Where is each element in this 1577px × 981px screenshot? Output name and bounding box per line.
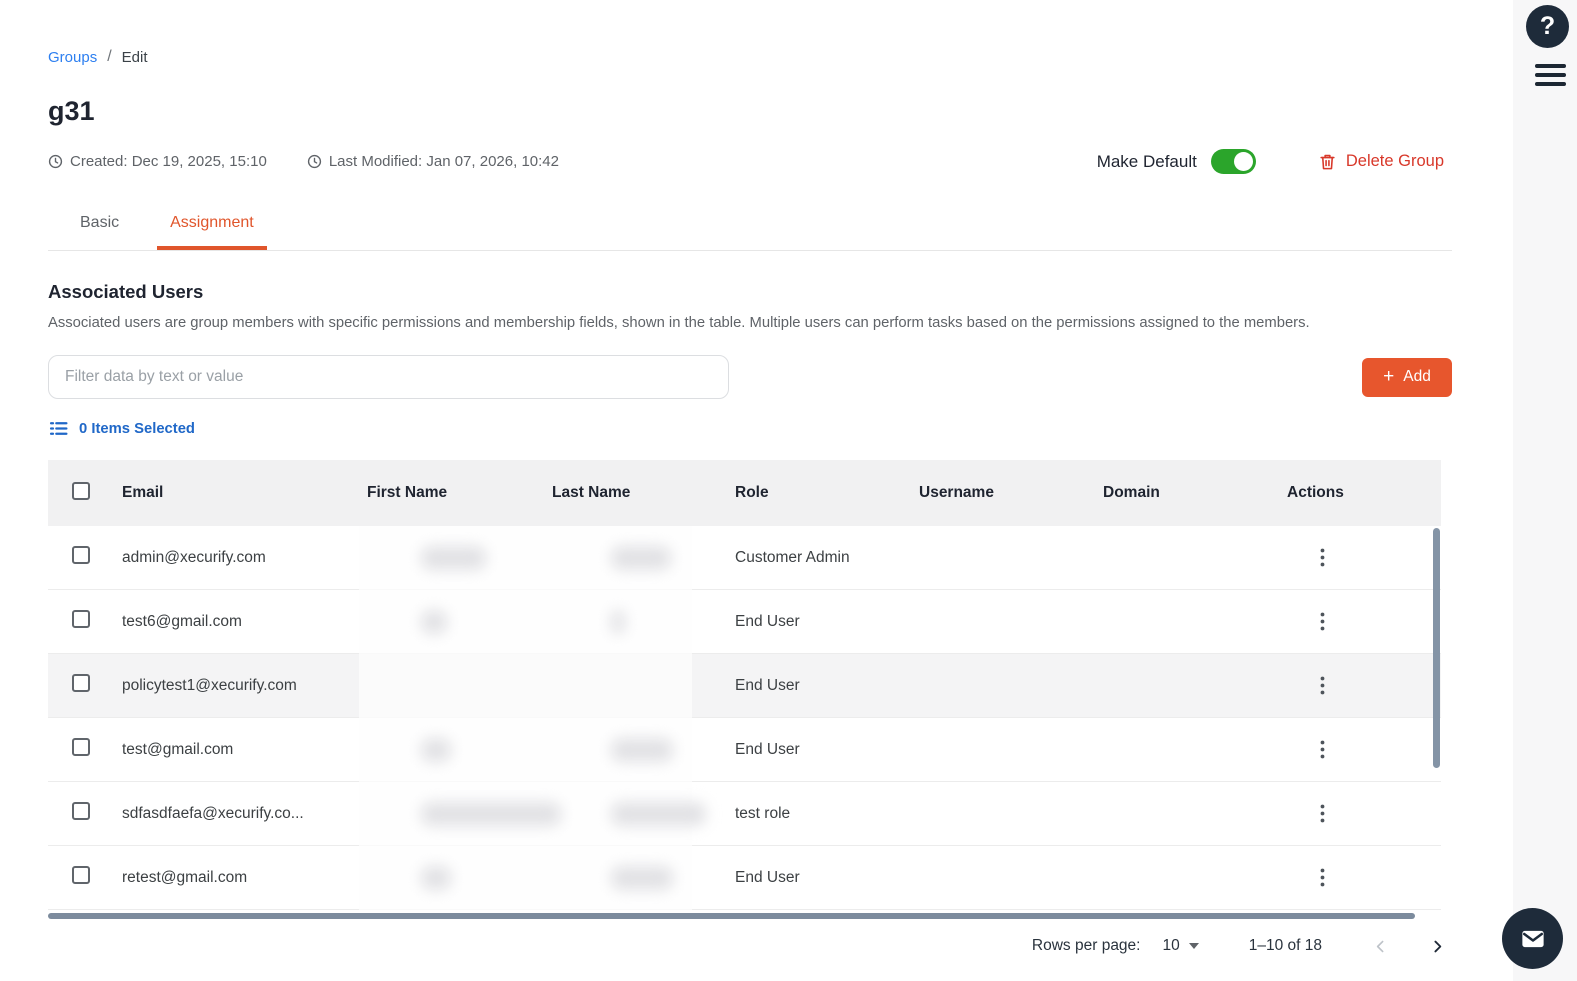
cell-role: End User xyxy=(735,868,800,886)
cell-email: sdfasdfaefa@xecurify.co... xyxy=(122,804,304,822)
table-row: sdfasdfaefa@xecurify.co... test role xyxy=(48,782,1441,846)
col-header-username: Username xyxy=(919,484,994,501)
clock-icon xyxy=(307,154,321,169)
row-checkbox[interactable] xyxy=(72,802,90,820)
cell-email: retest@gmail.com xyxy=(122,868,248,886)
chevron-left-icon xyxy=(1376,940,1384,952)
table-header: Email First Name Last Name Role Username… xyxy=(48,460,1441,526)
row-actions-menu-button[interactable] xyxy=(1316,800,1329,827)
cell-email: test6@gmail.com xyxy=(122,612,242,630)
table-row: retest@gmail.com End User xyxy=(48,846,1441,910)
breadcrumb-current: Edit xyxy=(121,48,148,66)
breadcrumb-groups-link[interactable]: Groups xyxy=(48,49,97,66)
row-checkbox[interactable] xyxy=(72,738,90,756)
tab-basic[interactable]: Basic xyxy=(67,214,132,250)
section-description: Associated users are group members with … xyxy=(48,315,1310,331)
kebab-icon xyxy=(1320,740,1325,758)
table-toolbar: + Add xyxy=(48,355,1452,399)
tab-bar: Basic Assignment xyxy=(48,214,1452,251)
question-mark-icon: ? xyxy=(1539,12,1556,40)
rows-per-page-value: 10 xyxy=(1162,937,1180,954)
breadcrumb-separator: / xyxy=(107,48,112,65)
add-button[interactable]: + Add xyxy=(1362,357,1452,397)
col-header-actions: Actions xyxy=(1287,484,1344,501)
cell-email: test@gmail.com xyxy=(122,740,234,758)
cell-role: End User xyxy=(735,676,800,694)
plus-icon: + xyxy=(1383,365,1395,387)
row-actions-menu-button[interactable] xyxy=(1316,672,1329,699)
support-chat-button[interactable] xyxy=(1502,908,1563,969)
cell-role: End User xyxy=(735,612,800,630)
section-title: Associated Users xyxy=(48,281,204,302)
pagination-bar: Rows per page: 10 1–10 of 18 xyxy=(48,937,1452,955)
list-icon xyxy=(49,422,68,435)
hamburger-icon xyxy=(1535,64,1566,68)
filter-input[interactable] xyxy=(48,355,729,399)
table-row: test@gmail.com End User xyxy=(48,718,1441,782)
row-checkbox[interactable] xyxy=(72,674,90,692)
trash-icon xyxy=(1320,154,1335,170)
associated-users-table: Email First Name Last Name Role Username… xyxy=(48,460,1441,910)
pagination-range: 1–10 of 18 xyxy=(1248,937,1322,954)
meta-row: Created: Dec 19, 2025, 15:10 Last Modifi… xyxy=(48,149,1452,174)
rows-per-page-label: Rows per page: xyxy=(1031,937,1141,954)
cell-role: test role xyxy=(735,804,791,822)
table-row: policytest1@xecurify.com End User xyxy=(48,654,1441,718)
col-header-domain: Domain xyxy=(1103,484,1160,501)
row-actions-menu-button[interactable] xyxy=(1316,544,1329,571)
col-header-email: Email xyxy=(122,484,164,501)
vertical-scrollbar[interactable] xyxy=(1433,528,1440,768)
delete-group-label: Delete Group xyxy=(1345,152,1444,170)
clock-icon xyxy=(48,154,63,169)
tab-assignment[interactable]: Assignment xyxy=(157,214,267,250)
help-button[interactable]: ? xyxy=(1526,5,1569,48)
cell-email: admin@xecurify.com xyxy=(122,548,266,566)
last-modified-text: Last Modified: Jan 07, 2026, 10:42 xyxy=(328,153,559,170)
row-actions-menu-button[interactable] xyxy=(1316,608,1329,635)
make-default-control: Make Default xyxy=(1097,149,1256,174)
make-default-label: Make Default xyxy=(1096,151,1197,171)
horizontal-scrollbar[interactable] xyxy=(48,913,1415,919)
created-meta: Created: Dec 19, 2025, 15:10 xyxy=(48,153,267,170)
main-content: Groups / Edit g31 Created: Dec 19, 2025,… xyxy=(48,48,1452,955)
row-actions-menu-button[interactable] xyxy=(1316,736,1329,763)
cell-email: policytest1@xecurify.com xyxy=(122,676,297,694)
rows-per-page-select[interactable]: 10 xyxy=(1162,937,1199,955)
created-text: Created: Dec 19, 2025, 15:10 xyxy=(70,153,267,170)
select-all-checkbox[interactable] xyxy=(72,481,90,500)
kebab-icon xyxy=(1320,868,1325,886)
kebab-icon xyxy=(1320,548,1325,566)
make-default-toggle[interactable] xyxy=(1210,149,1256,174)
cell-role: End User xyxy=(735,740,800,758)
envelope-icon xyxy=(1521,930,1544,947)
cell-role: Customer Admin xyxy=(735,548,850,566)
items-selected-label: 0 Items Selected xyxy=(79,420,195,437)
kebab-icon xyxy=(1320,804,1325,822)
breadcrumb: Groups / Edit xyxy=(48,48,1452,66)
col-header-role: Role xyxy=(735,484,769,501)
row-checkbox[interactable] xyxy=(72,866,90,884)
add-button-label: Add xyxy=(1403,368,1431,385)
col-header-first-name: First Name xyxy=(367,484,448,501)
col-header-last-name: Last Name xyxy=(552,484,631,501)
row-checkbox[interactable] xyxy=(72,546,90,564)
chevron-down-icon xyxy=(1188,943,1199,949)
table-body: admin@xecurify.com Customer Admin test6@… xyxy=(48,526,1441,910)
table-row: admin@xecurify.com Customer Admin xyxy=(48,526,1441,590)
table-row: test6@gmail.com End User xyxy=(48,590,1441,654)
last-modified-meta: Last Modified: Jan 07, 2026, 10:42 xyxy=(307,153,559,170)
right-gutter xyxy=(1513,0,1577,981)
page-title: g31 xyxy=(48,96,95,126)
hamburger-menu-button[interactable] xyxy=(1535,64,1566,86)
kebab-icon xyxy=(1320,676,1325,694)
row-checkbox[interactable] xyxy=(72,610,90,628)
row-actions-menu-button[interactable] xyxy=(1316,864,1329,891)
chevron-right-icon xyxy=(1434,940,1442,952)
next-page-button[interactable] xyxy=(1429,938,1446,955)
previous-page-button[interactable] xyxy=(1372,938,1389,955)
kebab-icon xyxy=(1320,612,1325,630)
delete-group-button[interactable]: Delete Group xyxy=(1318,152,1444,171)
items-selected-row: 0 Items Selected xyxy=(48,418,1452,439)
